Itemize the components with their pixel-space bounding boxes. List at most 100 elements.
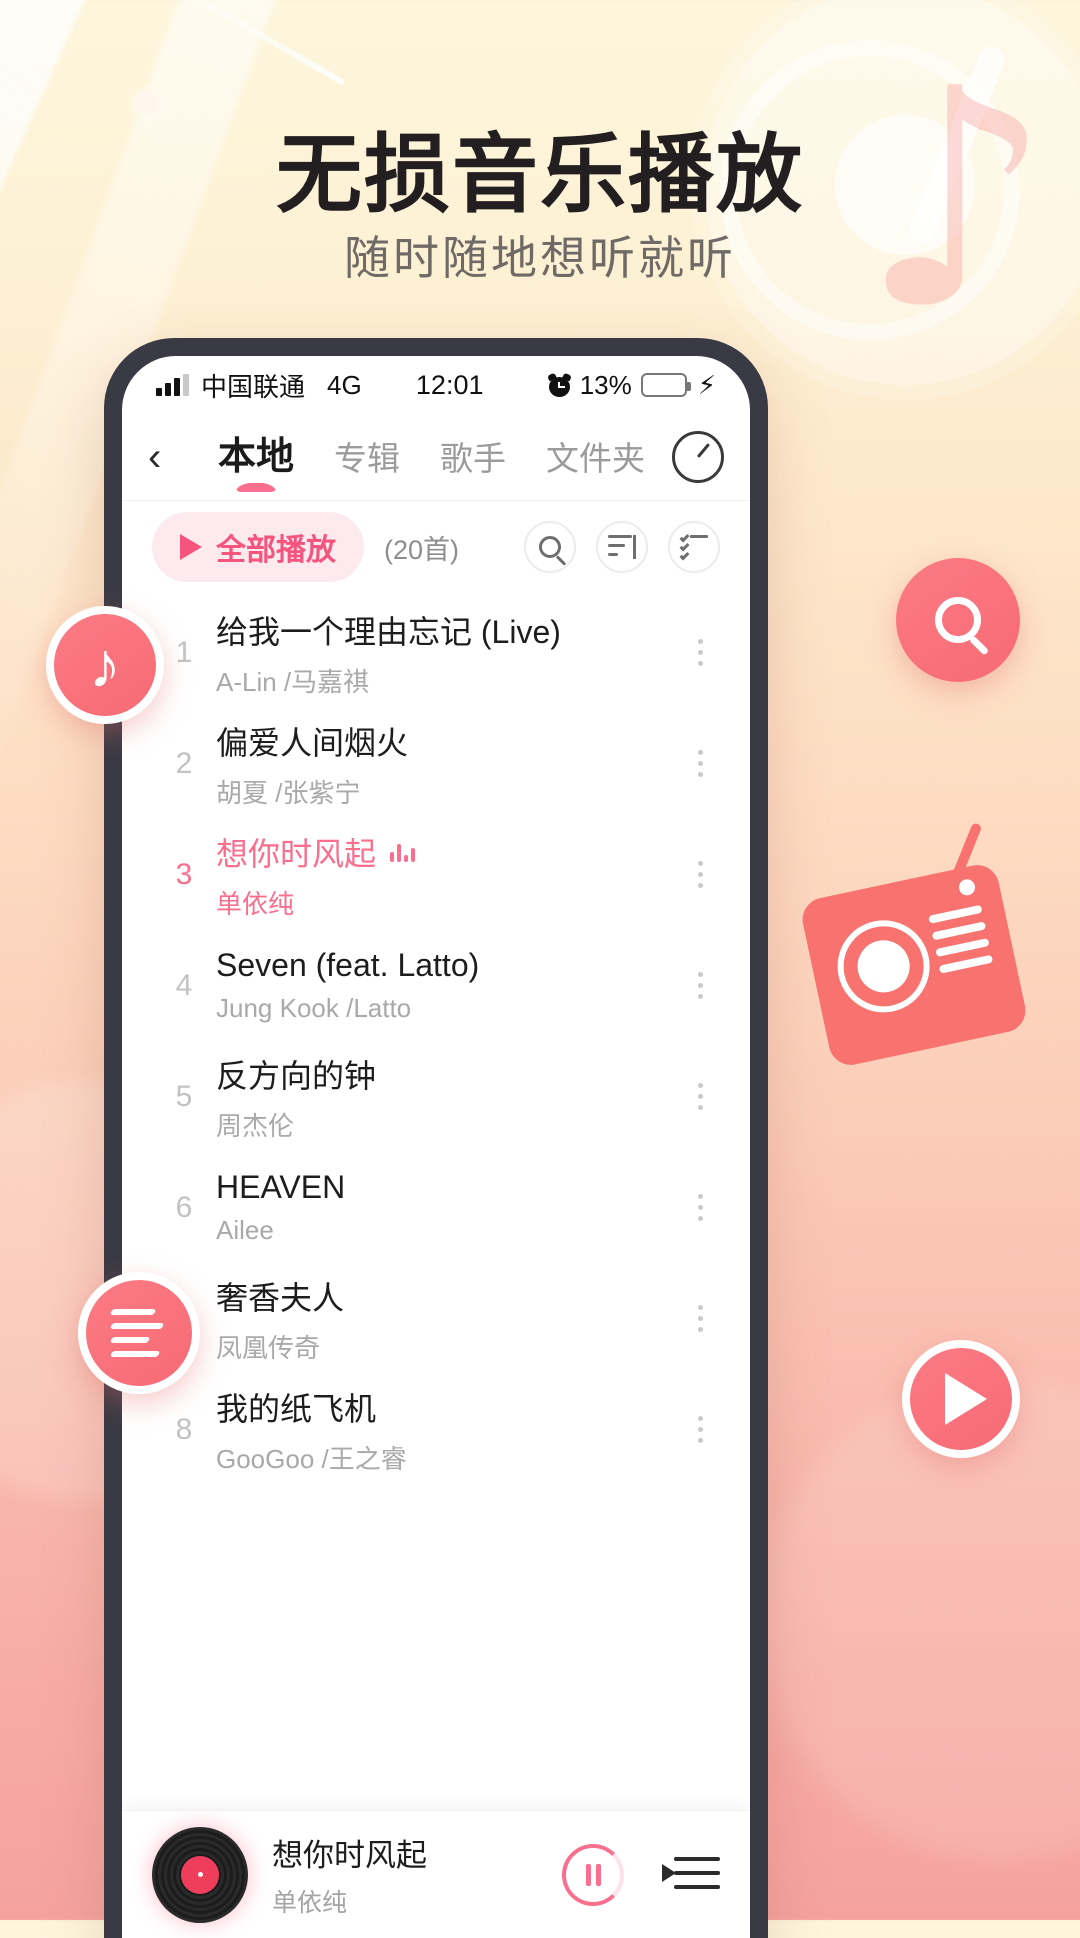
song-title: 想你时风起: [216, 829, 680, 875]
table-row[interactable]: 5 反方向的钟 周杰伦: [122, 1041, 750, 1152]
tab-album[interactable]: 专辑: [334, 432, 400, 490]
navigation-bar: ‹ 本地 专辑 歌手 文件夹: [122, 414, 750, 500]
tab-local[interactable]: 本地: [218, 425, 294, 490]
song-artist: GooGoo /王之睿: [216, 1443, 407, 1474]
signal-icon: [156, 374, 189, 396]
song-index: 6: [175, 1190, 193, 1224]
blob-decoration-right: [760, 1380, 1080, 1860]
sound-wave-icon: [109, 1305, 167, 1361]
song-title-text: 偏爱人间烟火: [216, 724, 409, 761]
song-title-text: 奢香夫人: [216, 1279, 345, 1316]
sleep-timer-icon[interactable]: [672, 431, 724, 483]
playlist-icon: [662, 1863, 676, 1882]
song-artist: Jung Kook /Latto: [216, 993, 412, 1023]
mini-player-artist: 单依纯: [272, 1889, 348, 1917]
song-index: 4: [175, 968, 193, 1002]
table-row[interactable]: 4 Seven (feat. Latto) Jung Kook /Latto: [122, 930, 750, 1041]
search-icon: [935, 597, 981, 643]
tab-folder[interactable]: 文件夹: [546, 432, 645, 490]
multi-select-icon: [679, 532, 708, 561]
song-more-button[interactable]: [680, 1083, 720, 1110]
song-meta: 偏爱人间烟火 胡夏 /张紫宁: [216, 718, 680, 810]
play-icon: [180, 534, 202, 560]
song-more-button[interactable]: [680, 972, 720, 999]
sort-icon: [608, 535, 636, 559]
song-index: 3: [175, 857, 193, 891]
song-more-button[interactable]: [680, 750, 720, 777]
song-more-button[interactable]: [680, 1305, 720, 1332]
table-row[interactable]: 3 想你时风起 单依纯: [122, 819, 750, 930]
table-row[interactable]: 2 偏爱人间烟火 胡夏 /张紫宁: [122, 708, 750, 819]
search-icon: [539, 536, 561, 558]
song-count-label: (20首): [384, 534, 460, 565]
sort-button[interactable]: [596, 521, 648, 573]
radio-icon: [798, 822, 1030, 1069]
song-meta: HEAVEN Ailee: [216, 1169, 680, 1246]
clock-label: 12:01: [415, 369, 484, 400]
song-meta: 奢香夫人 凤凰传奇: [216, 1273, 680, 1365]
song-index: 8: [175, 1412, 193, 1446]
song-artist: 凤凰传奇: [216, 1332, 321, 1363]
sound-wave-badge: [78, 1272, 200, 1394]
song-meta: Seven (feat. Latto) Jung Kook /Latto: [216, 947, 680, 1024]
battery-icon: [640, 373, 691, 397]
table-row[interactable]: 1 给我一个理由忘记 (Live) A-Lin /马嘉祺: [122, 597, 750, 708]
page-title: 无损音乐播放: [276, 127, 804, 223]
song-artist: A-Lin /马嘉祺: [216, 666, 370, 697]
song-index: 5: [175, 1079, 193, 1113]
music-note-icon: ♪: [89, 629, 121, 701]
song-artist: 胡夏 /张紫宁: [216, 777, 361, 808]
song-more-button[interactable]: [680, 861, 720, 888]
page-subtitle: 随时随地想听就听: [344, 232, 736, 284]
song-title-text: 反方向的钟: [216, 1057, 377, 1094]
mini-player[interactable]: 想你时风起 单依纯: [122, 1810, 750, 1938]
song-artist: 单依纯: [216, 888, 295, 919]
battery-percent-label: 13%: [579, 369, 632, 400]
song-meta: 我的纸飞机 GooGoo /王之睿: [216, 1384, 680, 1476]
song-title: 奢香夫人: [216, 1273, 680, 1319]
multi-select-button[interactable]: [668, 521, 720, 573]
charging-icon: ⚡: [697, 369, 716, 400]
vinyl-record-icon: [152, 1826, 248, 1923]
phone-screen: 中国联通 4G 12:01 13% ⚡ ‹ 本地 专辑 歌手 文件夹 全部播放 …: [122, 356, 750, 1938]
song-title: 给我一个理由忘记 (Live): [216, 607, 680, 653]
song-title: 反方向的钟: [216, 1051, 680, 1097]
status-bar: 中国联通 4G 12:01 13% ⚡: [122, 356, 750, 414]
tab-artist[interactable]: 歌手: [440, 432, 506, 490]
play-all-button[interactable]: 全部播放: [152, 512, 364, 582]
status-bar-right: 13% ⚡: [546, 369, 716, 401]
comet-trail: [134, 0, 346, 86]
alarm-icon: [546, 372, 572, 397]
table-row[interactable]: 8 我的纸飞机 GooGoo /王之睿: [122, 1374, 750, 1485]
song-index: 2: [175, 746, 193, 780]
pause-icon: [585, 1863, 601, 1886]
song-more-button[interactable]: [680, 1416, 720, 1443]
pause-button[interactable]: [562, 1843, 624, 1906]
song-title: Seven (feat. Latto): [216, 947, 680, 984]
song-more-button[interactable]: [680, 639, 720, 666]
play-all-label: 全部播放: [216, 534, 336, 567]
play-icon: [945, 1373, 987, 1425]
list-toolbar: 全部播放 (20首): [122, 501, 750, 593]
song-title-text: 想你时风起: [216, 835, 377, 872]
mini-player-title: 想你时风起: [272, 1838, 427, 1873]
song-title-text: HEAVEN: [216, 1169, 346, 1205]
back-button[interactable]: ‹: [148, 437, 200, 477]
status-bar-left: 中国联通 4G: [156, 367, 362, 404]
song-meta: 给我一个理由忘记 (Live) A-Lin /马嘉祺: [216, 607, 680, 699]
song-artist: Ailee: [216, 1215, 274, 1245]
search-button[interactable]: [524, 521, 576, 573]
now-playing-equalizer-icon: [390, 842, 416, 862]
carrier-label: 中国联通: [201, 371, 306, 402]
playlist-button[interactable]: [662, 1855, 720, 1895]
table-row[interactable]: 7 奢香夫人 凤凰传奇: [122, 1263, 750, 1374]
table-row[interactable]: 6 HEAVEN Ailee: [122, 1152, 750, 1263]
song-artist: 周杰伦: [216, 1110, 295, 1141]
song-list: 1 给我一个理由忘记 (Live) A-Lin /马嘉祺 2 偏爱人间烟火 胡夏…: [122, 593, 750, 1485]
song-meta: 反方向的钟 周杰伦: [216, 1051, 680, 1143]
search-badge: [896, 558, 1020, 682]
song-more-button[interactable]: [680, 1194, 720, 1221]
song-title-text: Seven (feat. Latto): [216, 947, 480, 983]
phone-mockup: 中国联通 4G 12:01 13% ⚡ ‹ 本地 专辑 歌手 文件夹 全部播放 …: [104, 338, 768, 1938]
song-meta: 想你时风起 单依纯: [216, 829, 680, 921]
